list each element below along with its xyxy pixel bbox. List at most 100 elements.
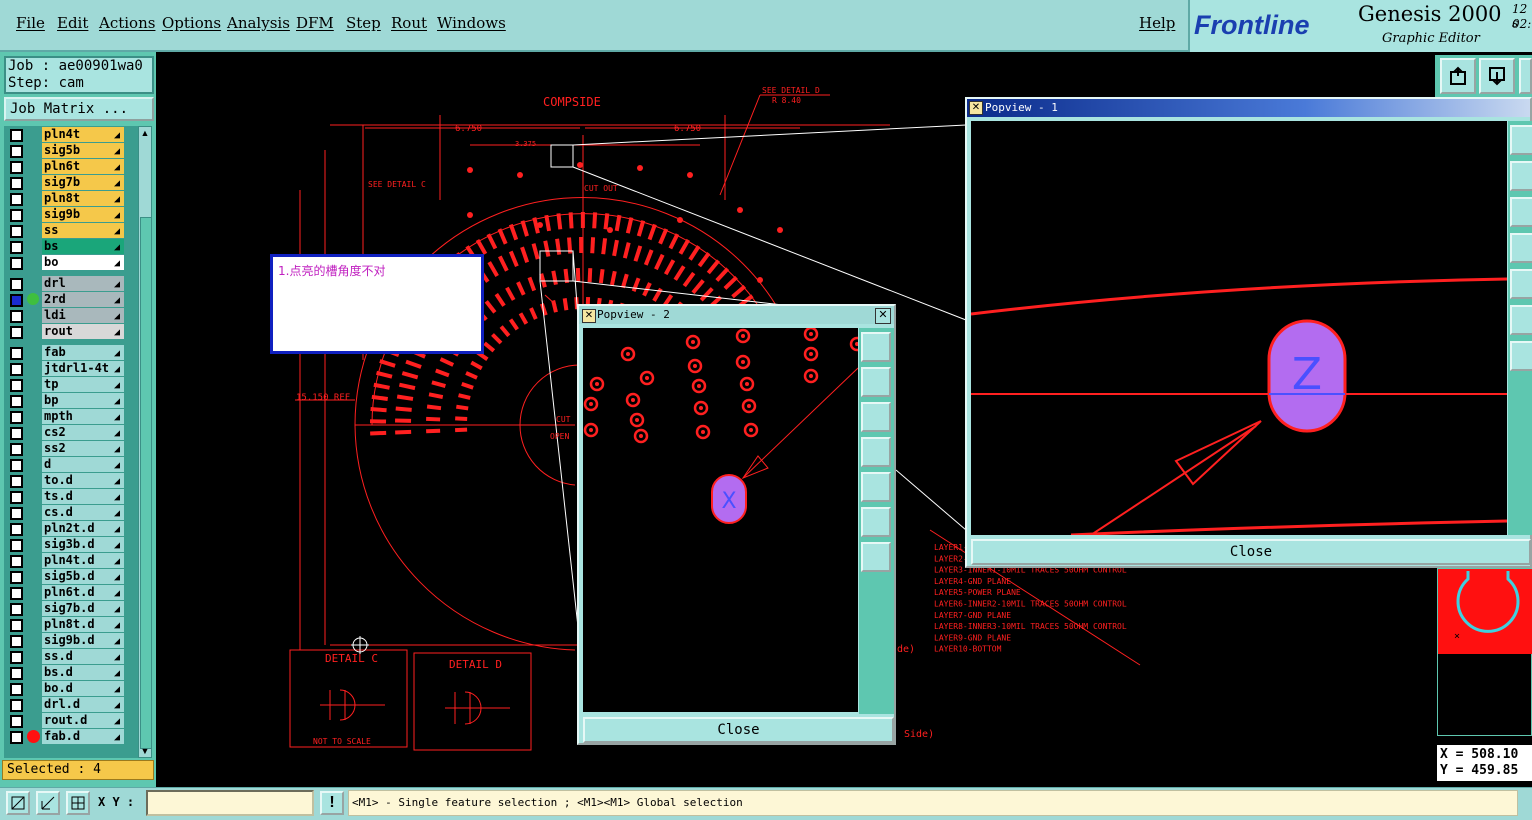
- layer-checkbox[interactable]: [10, 347, 23, 360]
- popview-2-close-icon[interactable]: ✕: [875, 308, 891, 324]
- layer-row[interactable]: d ◢: [6, 457, 126, 472]
- layer-row[interactable]: sig9b ◢: [6, 207, 126, 222]
- pv2-fit-icon[interactable]: [861, 507, 891, 537]
- layer-row[interactable]: jtdrl1-4t ◢: [6, 361, 126, 376]
- menu-rout[interactable]: Rout: [391, 14, 427, 32]
- pv1-right-icon[interactable]: [1510, 269, 1532, 299]
- layer-checkbox[interactable]: [10, 278, 23, 291]
- layer-row[interactable]: sig5b ◢: [6, 143, 126, 158]
- popview-2-canvas[interactable]: X: [583, 328, 858, 712]
- layer-row[interactable]: ss2 ◢: [6, 441, 126, 456]
- popview-2-titlebar[interactable]: Popview - 2: [579, 306, 894, 324]
- layer-row[interactable]: bs ◢: [6, 239, 126, 254]
- layer-checkbox[interactable]: [10, 731, 23, 744]
- menu-file[interactable]: File: [16, 14, 45, 32]
- layer-row[interactable]: drl.d ◢: [6, 697, 126, 712]
- layer-row[interactable]: mpth ◢: [6, 409, 126, 424]
- measure-icon[interactable]: [36, 791, 60, 815]
- layer-checkbox[interactable]: [10, 209, 23, 222]
- xy-input[interactable]: [146, 790, 314, 816]
- popview-1-titlebar[interactable]: Popview - 1: [967, 99, 1530, 117]
- layer-checkbox[interactable]: [10, 507, 23, 520]
- popview-1-canvas[interactable]: Z: [971, 121, 1507, 535]
- fit-screen-icon[interactable]: [1440, 58, 1476, 94]
- layer-checkbox[interactable]: [10, 635, 23, 648]
- layer-row[interactable]: sig5b.d ◢: [6, 569, 126, 584]
- menu-edit[interactable]: Edit: [57, 14, 88, 32]
- layer-row[interactable]: ss ◢: [6, 223, 126, 238]
- layer-row[interactable]: pln8t ◢: [6, 191, 126, 206]
- layer-checkbox[interactable]: [10, 411, 23, 424]
- layer-checkbox[interactable]: [10, 587, 23, 600]
- redraw-icon[interactable]: [1479, 58, 1515, 94]
- layer-row[interactable]: sig3b.d ◢: [6, 537, 126, 552]
- layer-row[interactable]: bs.d ◢: [6, 665, 126, 680]
- menu-actions[interactable]: Actions: [99, 14, 155, 32]
- job-matrix-button[interactable]: Job Matrix ...: [4, 97, 154, 121]
- layer-row[interactable]: fab ◢: [6, 345, 126, 360]
- scroll-down-icon[interactable]: ▼: [140, 746, 150, 756]
- pv2-right-icon[interactable]: [861, 472, 891, 502]
- layer-checkbox[interactable]: [10, 225, 23, 238]
- layer-list-scrollbar[interactable]: ▲ ▼: [138, 126, 152, 758]
- layer-row[interactable]: sig7b ◢: [6, 175, 126, 190]
- layer-row[interactable]: pln6t ◢: [6, 159, 126, 174]
- menu-options[interactable]: Options: [162, 14, 221, 32]
- layer-checkbox[interactable]: [10, 699, 23, 712]
- layer-checkbox[interactable]: [10, 715, 23, 728]
- pv1-pan-icon[interactable]: [1510, 341, 1532, 371]
- overview-pane[interactable]: ×: [1437, 568, 1532, 736]
- layer-checkbox[interactable]: [10, 379, 23, 392]
- layer-checkbox[interactable]: [10, 667, 23, 680]
- alert-icon[interactable]: !: [320, 791, 344, 815]
- layer-row[interactable]: pln8t.d ◢: [6, 617, 126, 632]
- menu-step[interactable]: Step: [346, 14, 381, 32]
- layer-row[interactable]: ldi ◢: [6, 308, 126, 323]
- grid-icon[interactable]: [66, 791, 90, 815]
- layer-checkbox[interactable]: [10, 683, 23, 696]
- layer-checkbox[interactable]: [10, 571, 23, 584]
- pv1-up-icon[interactable]: [1510, 161, 1532, 191]
- layer-checkbox[interactable]: [10, 603, 23, 616]
- layer-checkbox[interactable]: [10, 257, 23, 270]
- window-menu-icon[interactable]: ✕: [969, 101, 983, 115]
- layer-checkbox[interactable]: [10, 651, 23, 664]
- layer-row[interactable]: bo.d ◢: [6, 681, 126, 696]
- pv2-down-icon[interactable]: [861, 402, 891, 432]
- pv2-pan-icon[interactable]: [861, 542, 891, 572]
- layer-row[interactable]: pln4t ◢: [6, 127, 126, 142]
- layer-row[interactable]: ts.d ◢: [6, 489, 126, 504]
- layer-checkbox[interactable]: [10, 294, 23, 307]
- layer-row[interactable]: pln4t.d ◢: [6, 553, 126, 568]
- pv1-fit-icon[interactable]: [1510, 305, 1532, 335]
- layer-checkbox[interactable]: [10, 475, 23, 488]
- layer-row[interactable]: pln6t.d ◢: [6, 585, 126, 600]
- layer-checkbox[interactable]: [10, 310, 23, 323]
- layer-row[interactable]: cs.d ◢: [6, 505, 126, 520]
- scroll-thumb[interactable]: [140, 217, 152, 749]
- popview-2-close-button[interactable]: Close: [583, 717, 894, 743]
- pv1-zoom-icon[interactable]: [1510, 125, 1532, 155]
- layer-row[interactable]: drl ◢: [6, 276, 126, 291]
- select-mode-icon[interactable]: [6, 791, 30, 815]
- layer-row[interactable]: sig9b.d ◢: [6, 633, 126, 648]
- menu-dfm[interactable]: DFM: [296, 14, 334, 32]
- layer-checkbox[interactable]: [10, 145, 23, 158]
- pv2-up-icon[interactable]: [861, 367, 891, 397]
- menu-analysis[interactable]: Analysis: [227, 14, 290, 32]
- layer-checkbox[interactable]: [10, 539, 23, 552]
- layer-row[interactable]: bp ◢: [6, 393, 126, 408]
- pv1-left-icon[interactable]: [1510, 233, 1532, 263]
- layer-row[interactable]: sig7b.d ◢: [6, 601, 126, 616]
- window-menu-icon[interactable]: ✕: [582, 309, 596, 323]
- menu-help[interactable]: Help: [1139, 14, 1175, 32]
- scroll-up-icon[interactable]: ▲: [140, 128, 150, 138]
- layer-row[interactable]: bo ◢: [6, 255, 126, 270]
- layer-checkbox[interactable]: [10, 363, 23, 376]
- layer-checkbox[interactable]: [10, 161, 23, 174]
- pv2-left-icon[interactable]: [861, 437, 891, 467]
- layer-row[interactable]: fab.d ◢: [6, 729, 126, 744]
- pv1-down-icon[interactable]: [1510, 197, 1532, 227]
- layer-row[interactable]: 2rd ◢: [6, 292, 126, 307]
- layer-checkbox[interactable]: [10, 459, 23, 472]
